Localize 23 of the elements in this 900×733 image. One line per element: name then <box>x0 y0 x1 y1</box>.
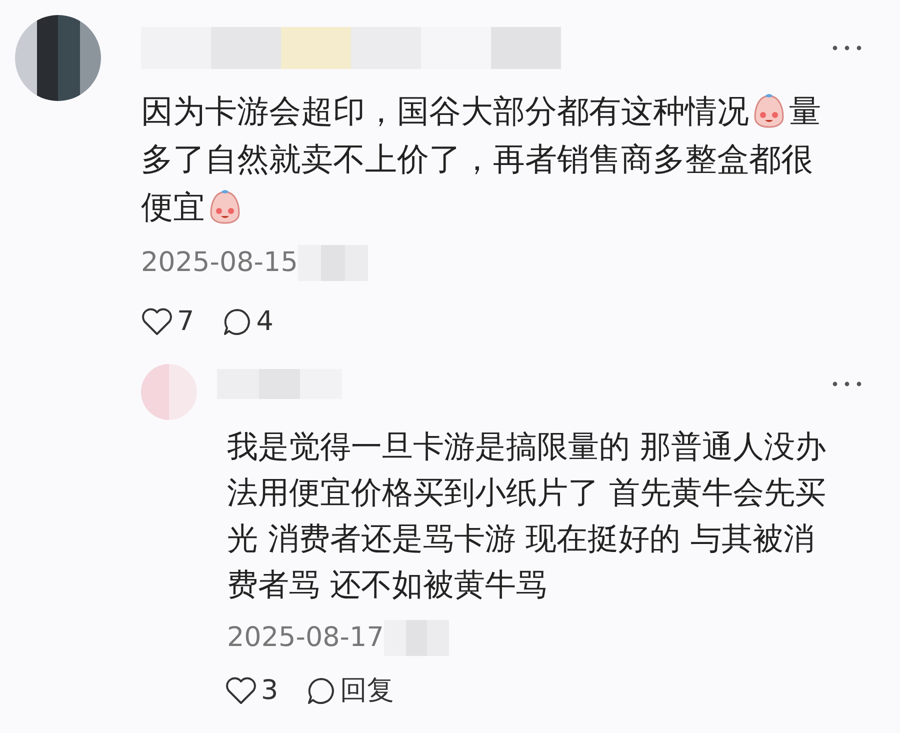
redacted-location <box>298 245 368 282</box>
comment-text: 光 消费者还是骂卡游 现在挺好的 与其被消 <box>227 520 815 559</box>
more-icon[interactable] <box>832 44 862 52</box>
avatar <box>141 364 197 420</box>
like-count: 3 <box>261 674 278 708</box>
comment-text: 法用便宜价格买到小纸片了 首先黄牛会先买 <box>227 474 826 513</box>
comment-text: 我是觉得一旦卡游是搞限量的 那普通人没办 <box>227 428 826 467</box>
comment-date: 2025-08-15 <box>141 246 298 280</box>
reply-count: 4 <box>256 304 274 338</box>
more-icon[interactable] <box>832 380 862 388</box>
comment-icon[interactable] <box>222 306 252 337</box>
comment-date: 2025-08-17 <box>227 621 384 655</box>
heart-icon[interactable] <box>141 308 173 336</box>
comment-text: 量 <box>789 91 821 132</box>
comment-icon[interactable] <box>306 676 336 706</box>
comment-text: 多了自然就卖不上价了，再者销售商多整盒都很 <box>141 139 813 180</box>
redacted-location <box>384 620 449 656</box>
comment-text: 费者骂 还不如被黄牛骂 <box>227 566 547 605</box>
comment-text: 因为卡游会超印，国谷大部分都有这种情况 <box>141 91 749 132</box>
comment-text: 便宜 <box>141 187 205 228</box>
heart-icon[interactable] <box>225 676 257 705</box>
reply-link[interactable]: 回复 <box>340 670 394 711</box>
like-count: 7 <box>177 304 194 338</box>
